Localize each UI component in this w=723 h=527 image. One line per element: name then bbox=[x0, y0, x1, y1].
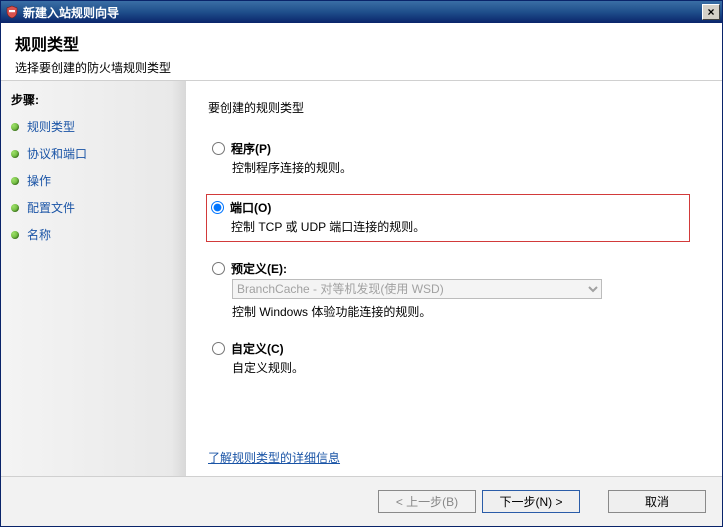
step-rule-type[interactable]: 规则类型 bbox=[11, 118, 178, 135]
step-label: 名称 bbox=[27, 226, 51, 243]
next-button[interactable]: 下一步(N) > bbox=[482, 490, 580, 513]
option-program: 程序(P) 控制程序连接的规则。 bbox=[208, 138, 702, 178]
radio-port[interactable] bbox=[211, 201, 224, 214]
step-label: 规则类型 bbox=[27, 118, 75, 135]
wizard-main: 步骤: 规则类型 协议和端口 操作 配置文件 bbox=[1, 81, 722, 476]
shield-icon bbox=[5, 5, 19, 19]
cancel-button[interactable]: 取消 bbox=[608, 490, 706, 513]
step-protocol-port[interactable]: 协议和端口 bbox=[11, 145, 178, 162]
option-predefined-desc: 控制 Windows 体验功能连接的规则。 bbox=[232, 303, 698, 320]
bullet-icon bbox=[11, 177, 19, 185]
option-predefined-label: 预定义(E): bbox=[231, 260, 287, 277]
bullet-icon bbox=[11, 123, 19, 131]
bullet-icon bbox=[11, 231, 19, 239]
wizard-content: 要创建的规则类型 程序(P) 控制程序连接的规则。 端口(O) 控制 TCP 或… bbox=[186, 81, 722, 476]
option-custom-desc: 自定义规则。 bbox=[232, 359, 698, 376]
bullet-icon bbox=[11, 204, 19, 212]
steps-sidebar: 步骤: 规则类型 协议和端口 操作 配置文件 bbox=[1, 81, 186, 476]
step-action[interactable]: 操作 bbox=[11, 172, 178, 189]
option-custom: 自定义(C) 自定义规则。 bbox=[208, 338, 702, 378]
radio-program[interactable] bbox=[212, 142, 225, 155]
radio-custom[interactable] bbox=[212, 342, 225, 355]
page-title: 规则类型 bbox=[15, 31, 708, 55]
option-port: 端口(O) 控制 TCP 或 UDP 端口连接的规则。 bbox=[206, 194, 690, 242]
wizard-window: 新建入站规则向导 × 规则类型 选择要创建的防火墙规则类型 步骤: 规则类型 协… bbox=[0, 0, 723, 527]
option-custom-label: 自定义(C) bbox=[231, 340, 284, 357]
step-name[interactable]: 名称 bbox=[11, 226, 178, 243]
titlebar: 新建入站规则向导 × bbox=[1, 1, 722, 23]
option-program-label: 程序(P) bbox=[231, 140, 271, 157]
step-profile[interactable]: 配置文件 bbox=[11, 199, 178, 216]
option-port-label: 端口(O) bbox=[230, 199, 271, 216]
wizard-header: 规则类型 选择要创建的防火墙规则类型 bbox=[1, 23, 722, 81]
step-label: 协议和端口 bbox=[27, 145, 87, 162]
option-port-desc: 控制 TCP 或 UDP 端口连接的规则。 bbox=[231, 218, 685, 235]
back-button: < 上一步(B) bbox=[378, 490, 476, 513]
predefined-select: BranchCache - 对等机发现(使用 WSD) bbox=[232, 279, 602, 299]
close-icon: × bbox=[707, 6, 714, 18]
rule-type-options: 程序(P) 控制程序连接的规则。 端口(O) 控制 TCP 或 UDP 端口连接… bbox=[208, 138, 702, 394]
content-prompt: 要创建的规则类型 bbox=[208, 99, 702, 116]
page-subtitle: 选择要创建的防火墙规则类型 bbox=[15, 59, 708, 76]
steps-heading: 步骤: bbox=[11, 91, 178, 108]
option-predefined: 预定义(E): BranchCache - 对等机发现(使用 WSD) 控制 W… bbox=[208, 258, 702, 322]
window-title: 新建入站规则向导 bbox=[23, 4, 119, 21]
learn-more-link[interactable]: 了解规则类型的详细信息 bbox=[208, 451, 340, 465]
close-button[interactable]: × bbox=[702, 4, 720, 20]
option-program-desc: 控制程序连接的规则。 bbox=[232, 159, 698, 176]
wizard-footer: < 上一步(B) 下一步(N) > 取消 bbox=[1, 476, 722, 526]
bullet-icon bbox=[11, 150, 19, 158]
step-label: 配置文件 bbox=[27, 199, 75, 216]
radio-predefined[interactable] bbox=[212, 262, 225, 275]
step-label: 操作 bbox=[27, 172, 51, 189]
